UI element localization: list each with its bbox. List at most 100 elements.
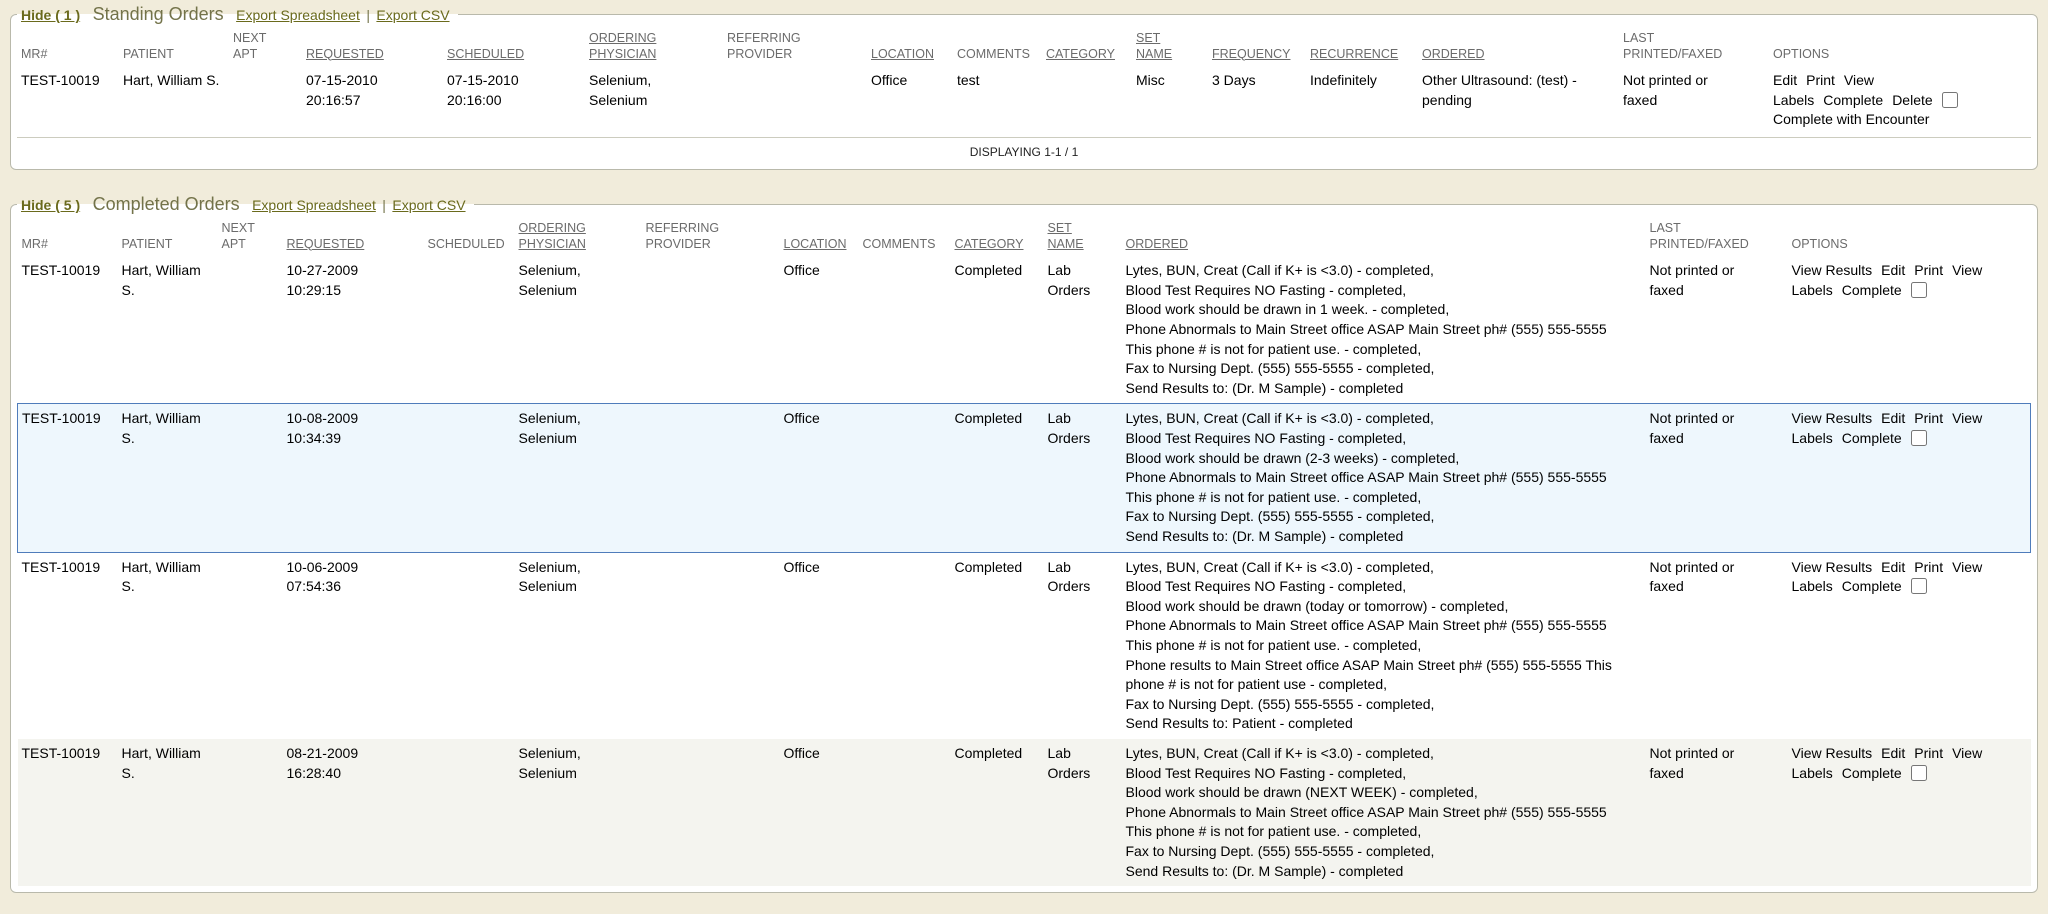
completed-orders-header-row: MR# PATIENT NEXT APT REQUESTED SCHEDULED…	[18, 215, 2031, 256]
completed-order-checkbox[interactable]	[1911, 578, 1927, 594]
cell-ordered: Lytes, BUN, Creat (Call if K+ is <3.0) -…	[1122, 552, 1646, 739]
cell-referring-provider	[642, 256, 780, 404]
view-results-link[interactable]: View Results	[1792, 559, 1873, 575]
cell-requested: 07-15-2010 20:16:57	[302, 66, 443, 135]
column-header-recurrence[interactable]: RECURRENCE	[1306, 25, 1418, 66]
print-link[interactable]: Print	[1914, 559, 1943, 575]
column-header-ordered[interactable]: ORDERED	[1122, 215, 1646, 256]
view-results-link[interactable]: View Results	[1792, 745, 1873, 761]
complete-link[interactable]: Complete	[1842, 765, 1902, 781]
standing-orders-section: Hide ( 1 ) Standing Orders Export Spread…	[10, 4, 2038, 170]
ordered-item: Phone Abnormals to Main Street office AS…	[1126, 616, 1622, 655]
cell-comments	[859, 256, 951, 404]
completed-links-separator: |	[382, 197, 386, 213]
view-results-link[interactable]: View Results	[1792, 410, 1873, 426]
column-header-category[interactable]: CATEGORY	[951, 215, 1044, 256]
ordered-item: Lytes, BUN, Creat (Call if K+ is <3.0) -…	[1126, 261, 1622, 281]
print-link[interactable]: Print	[1914, 745, 1943, 761]
complete-link[interactable]: Complete	[1823, 92, 1883, 108]
print-link[interactable]: Print	[1914, 410, 1943, 426]
edit-link[interactable]: Edit	[1881, 262, 1905, 278]
cell-ordering-physician: Selenium, Selenium	[515, 404, 642, 552]
ordered-item: Fax to Nursing Dept. (555) 555-5555 - co…	[1126, 359, 1622, 379]
ordered-item: Phone results to Main Street office ASAP…	[1126, 656, 1622, 695]
ordered-item: Lytes, BUN, Creat (Call if K+ is <3.0) -…	[1126, 744, 1622, 764]
ordered-item: Fax to Nursing Dept. (555) 555-5555 - co…	[1126, 842, 1622, 862]
print-link[interactable]: Print	[1914, 262, 1943, 278]
cell-comments: test	[953, 66, 1042, 135]
column-header-frequency[interactable]: FREQUENCY	[1208, 25, 1306, 66]
standing-order-row[interactable]: TEST-10019 Hart, William S. 07-15-2010 2…	[17, 66, 2031, 135]
cell-location: Office	[867, 66, 953, 135]
completed-order-row[interactable]: TEST-10019 Hart, William S. 08-21-2009 1…	[18, 739, 2031, 886]
cell-requested: 10-27-2009 10:29:15	[283, 256, 424, 404]
standing-orders-header-row: MR# PATIENT NEXT APT REQUESTED SCHEDULED…	[17, 25, 2031, 66]
completed-order-row[interactable]: TEST-10019 Hart, William S. 10-08-2009 1…	[18, 404, 2031, 552]
ordered-item: Phone Abnormals to Main Street office AS…	[1126, 803, 1622, 842]
column-header-location[interactable]: LOCATION	[780, 215, 859, 256]
cell-ordering-physician: Selenium, Selenium	[585, 66, 723, 135]
cell-set-name: Lab Orders	[1044, 739, 1122, 886]
complete-link[interactable]: Complete	[1842, 430, 1902, 446]
complete-with-encounter-link[interactable]: Complete with Encounter	[1773, 111, 1929, 127]
column-header-set-name[interactable]: SET NAME	[1132, 25, 1208, 66]
cell-scheduled	[424, 256, 515, 404]
column-header-patient: PATIENT	[118, 215, 218, 256]
delete-link[interactable]: Delete	[1892, 92, 1932, 108]
completed-order-checkbox[interactable]	[1911, 765, 1927, 781]
completed-export-csv-link[interactable]: Export CSV	[392, 197, 465, 213]
column-header-last-printed-faxed: LAST PRINTED/FAXED	[1619, 25, 1769, 66]
column-header-ordering-physician[interactable]: ORDERING PHYSICIAN	[515, 215, 642, 256]
standing-order-checkbox[interactable]	[1942, 92, 1958, 108]
standing-export-spreadsheet-link[interactable]: Export Spreadsheet	[236, 7, 360, 23]
hide-completed-orders-link[interactable]: Hide ( 5 )	[21, 197, 80, 213]
column-header-category[interactable]: CATEGORY	[1042, 25, 1132, 66]
completed-order-checkbox[interactable]	[1911, 430, 1927, 446]
print-link[interactable]: Print	[1806, 72, 1835, 88]
ordered-item: Fax to Nursing Dept. (555) 555-5555 - co…	[1126, 507, 1622, 527]
cell-options: View ResultsEditPrintView LabelsComplete	[1788, 552, 2031, 739]
standing-export-csv-link[interactable]: Export CSV	[376, 7, 449, 23]
ordered-item: Lytes, BUN, Creat (Call if K+ is <3.0) -…	[1126, 558, 1622, 578]
completed-order-row[interactable]: TEST-10019 Hart, William S. 10-06-2009 0…	[18, 552, 2031, 739]
complete-link[interactable]: Complete	[1842, 578, 1902, 594]
edit-link[interactable]: Edit	[1773, 72, 1797, 88]
cell-patient: Hart, William S.	[118, 404, 218, 552]
cell-last-printed-faxed: Not printed or faxed	[1646, 739, 1788, 886]
cell-patient: Hart, William S.	[119, 66, 229, 135]
cell-scheduled	[424, 552, 515, 739]
view-results-link[interactable]: View Results	[1792, 262, 1873, 278]
column-header-requested[interactable]: REQUESTED	[302, 25, 443, 66]
ordered-item: Send Results to: (Dr. M Sample) - comple…	[1126, 862, 1622, 882]
cell-next-apt	[218, 739, 283, 886]
column-header-ordering-physician[interactable]: ORDERING PHYSICIAN	[585, 25, 723, 66]
completed-orders-section: Hide ( 5 ) Completed Orders Export Sprea…	[10, 194, 2038, 893]
edit-link[interactable]: Edit	[1881, 410, 1905, 426]
cell-comments	[859, 739, 951, 886]
cell-last-printed-faxed: Not printed or faxed	[1646, 552, 1788, 739]
column-header-location[interactable]: LOCATION	[867, 25, 953, 66]
cell-last-printed-faxed: Not printed or faxed	[1646, 256, 1788, 404]
completed-orders-title: Completed Orders	[93, 194, 240, 214]
column-header-set-name[interactable]: SET NAME	[1044, 215, 1122, 256]
cell-options: View ResultsEditPrintView LabelsComplete	[1788, 256, 2031, 404]
completed-export-spreadsheet-link[interactable]: Export Spreadsheet	[252, 197, 376, 213]
cell-scheduled	[424, 739, 515, 886]
hide-standing-orders-link[interactable]: Hide ( 1 )	[21, 7, 80, 23]
column-header-mr: MR#	[18, 215, 118, 256]
column-header-scheduled[interactable]: SCHEDULED	[443, 25, 585, 66]
column-header-requested[interactable]: REQUESTED	[283, 215, 424, 256]
cell-ordered: Lytes, BUN, Creat (Call if K+ is <3.0) -…	[1122, 739, 1646, 886]
complete-link[interactable]: Complete	[1842, 282, 1902, 298]
standing-links-separator: |	[366, 7, 370, 23]
column-header-ordered[interactable]: ORDERED	[1418, 25, 1619, 66]
completed-order-row[interactable]: TEST-10019 Hart, William S. 10-27-2009 1…	[18, 256, 2031, 404]
cell-mr: TEST-10019	[18, 404, 118, 552]
edit-link[interactable]: Edit	[1881, 559, 1905, 575]
ordered-item: Blood Test Requires NO Fasting - complet…	[1126, 764, 1622, 784]
completed-order-checkbox[interactable]	[1911, 282, 1927, 298]
edit-link[interactable]: Edit	[1881, 745, 1905, 761]
column-header-scheduled: SCHEDULED	[424, 215, 515, 256]
cell-next-apt	[218, 552, 283, 739]
cell-options: View ResultsEditPrintView LabelsComplete	[1788, 739, 2031, 886]
